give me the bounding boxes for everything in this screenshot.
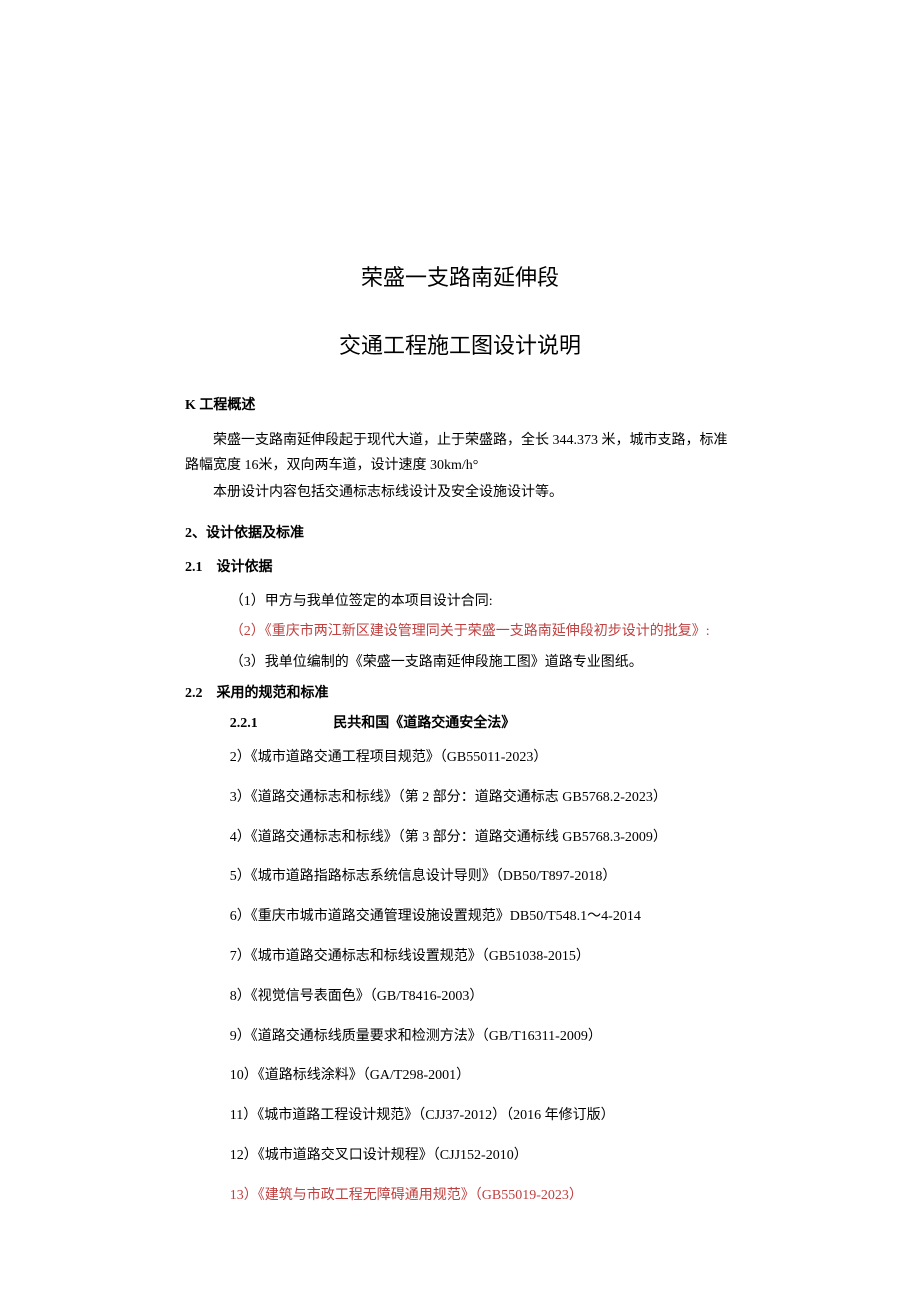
section-k-paragraph-2: 本册设计内容包括交通标志标线设计及安全设施设计等。: [185, 480, 735, 505]
section-2-header: 2、设计依据及标准: [185, 522, 735, 542]
section-2-1-header: 2.1 设计依据: [185, 556, 735, 576]
list-item: 11）《城市道路工程设计规范》（CJJ37-2012）（2016 年修订版）: [230, 1104, 735, 1128]
list-item: 4）《道路交通标志和标线》（第 3 部分：道路交通标线 GB5768.3-200…: [230, 826, 735, 850]
standard-text: 民共和国《道路交通安全法》: [333, 716, 515, 731]
section-k-header: K 工程概述: [185, 394, 735, 414]
standard-number: 2.2.1: [230, 716, 330, 732]
list-item: （2）《重庆市两江新区建设管理同关于荣盛一支路南延伸段初步设计的批复》:: [230, 620, 735, 644]
list-item: 7）《城市道路交通标志和标线设置规范》（GB51038-2015）: [230, 945, 735, 969]
list-item: 12）《城市道路交叉口设计规程》（CJJ152-2010）: [230, 1144, 735, 1168]
document-subtitle: 交通工程施工图设计说明: [185, 328, 735, 360]
standards-list: 2）《城市道路交通工程项目规范》（GB55011-2023） 3）《道路交通标志…: [185, 746, 735, 1208]
list-item: 13）《建筑与市政工程无障碍通用规范》（GB55019-2023）: [230, 1184, 735, 1208]
section-k-paragraph-1: 荣盛一支路南延伸段起于现代大道，止于荣盛路，全长 344.373 米，城市支路，…: [185, 428, 735, 478]
list-item: 5）《城市道路指路标志系统信息设计导则》（DB50/T897-2018）: [230, 865, 735, 889]
standard-first-item: 2.2.1 民共和国《道路交通安全法》: [230, 712, 735, 732]
list-item: 9）《道路交通标线质量要求和检测方法》（GB/T16311-2009）: [230, 1025, 735, 1049]
list-item: 6）《重庆市城市道路交通管理设施设置规范》DB50/T548.1～4-2014: [230, 905, 735, 929]
document-title: 荣盛一支路南延伸段: [185, 260, 735, 292]
list-item: 8）《视觉信号表面色》（GB/T8416-2003）: [230, 985, 735, 1009]
list-item: 10）《道路标线涂料》（GA/T298-2001）: [230, 1064, 735, 1088]
list-item: 2）《城市道路交通工程项目规范》（GB55011-2023）: [230, 746, 735, 770]
list-item: 3）《道路交通标志和标线》（第 2 部分：道路交通标志 GB5768.2-202…: [230, 786, 735, 810]
list-item: （3）我单位编制的《荣盛一支路南延伸段施工图》道路专业图纸。: [230, 651, 735, 675]
design-basis-list: （1）甲方与我单位签定的本项目设计合同: （2）《重庆市两江新区建设管理同关于荣…: [185, 590, 735, 675]
list-item: （1）甲方与我单位签定的本项目设计合同:: [230, 590, 735, 614]
section-2-2-header: 2.2 采用的规范和标准: [185, 682, 735, 702]
